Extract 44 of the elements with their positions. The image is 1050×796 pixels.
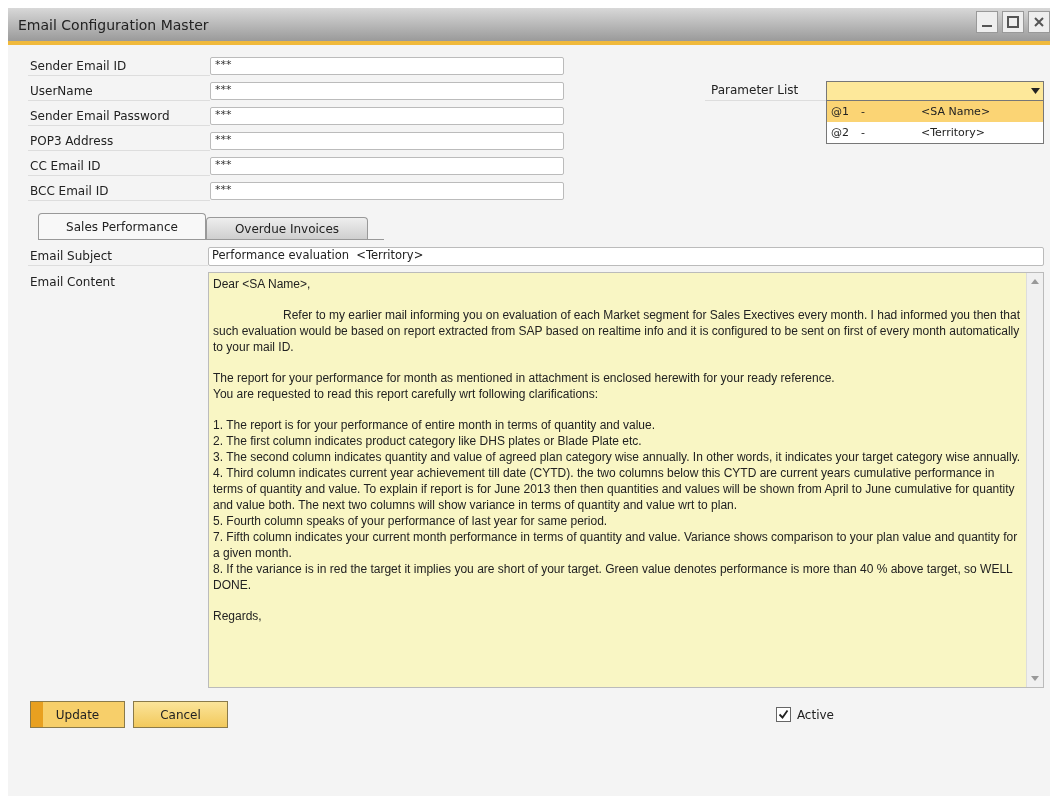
cancel-button[interactable]: Cancel: [133, 701, 228, 728]
tab[interactable]: Overdue Invoices: [206, 217, 368, 239]
parameter-dropdown[interactable]: [826, 81, 1044, 101]
email-text: 7. Fifth column indicates your current month performance in terms of quantity and value. Variance shows comparison to your plan value and quantity for a given month.: [213, 529, 1019, 561]
field-label: BCC Email ID: [28, 180, 210, 201]
input-field[interactable]: ***: [210, 156, 564, 175]
email-text: Dear <SA Name>,: [213, 276, 312, 292]
email-text: The report for your performance for month as mentioned in attachment is enclosed herewith for your ready reference.: [213, 370, 836, 386]
subject-field[interactable]: Performance evaluation <Territory>: [208, 246, 1044, 266]
email-content-field[interactable]: [208, 272, 1044, 688]
email-text: 3. The second column indicates quantity and value of agreed plan category wise annually. In other words, it indicates your target category wise annually.: [213, 449, 1022, 465]
input-field[interactable]: ***: [210, 106, 564, 125]
field-label: CC Email ID: [28, 155, 210, 176]
email-text: Regards,: [213, 608, 263, 624]
field-label: Sender Email Password: [28, 105, 210, 126]
field-label: Sender Email ID: [28, 55, 210, 76]
field-label: UserName: [28, 80, 210, 101]
email-text: 2. The first column indicates product category like DHS plates or Blade Plate etc.: [213, 433, 643, 449]
input-field[interactable]: ***: [210, 81, 564, 100]
maximize-button[interactable]: [1002, 11, 1024, 33]
field-label: POP3 Address: [28, 130, 210, 151]
checkbox-label: Active: [796, 707, 834, 722]
input-field[interactable]: ***: [210, 131, 564, 150]
email-text: 8. If the variance is in red the target it implies you are short of your target. Green value denotes performance is more than 40 % above target, so WELL DONE.: [213, 561, 1014, 593]
minimize-icon: [982, 25, 992, 27]
window-title: Email Configuration Master: [18, 16, 209, 33]
tab[interactable]: Sales Performance: [38, 213, 206, 239]
field-label: Email Content: [29, 274, 116, 289]
field-label: Email Subject: [28, 246, 208, 266]
email-text: You are requested to read this report carefully wrt following clarifications:: [213, 386, 600, 402]
close-button[interactable]: [1028, 11, 1050, 33]
input-field[interactable]: ***: [210, 181, 564, 200]
parameter-option[interactable]: @1 - <SA Name>: [827, 101, 1043, 122]
input-field[interactable]: ***: [210, 56, 564, 75]
update-button[interactable]: Update: [30, 701, 125, 728]
email-text: 4. Third column indicates current year achievement till date (CYTD). the two columns below this CYTD are current years cumulative performance in terms of quantity and value. To explain if report is for June 2013 then then quantities and values will be shown from April to June cumulative for quantity and value both. The next two columns will show variance in terms of quantity and value wrt to plan.: [213, 465, 1016, 513]
email-text: Refer to my earlier mail informing you on evaluation of each Market segment for Sales Exectives every month. I had informed you then that such evaluation would be based on report extracted from SAP based on realtime info and it is configured to be sent on first of every month automatically to your mail ID.: [213, 307, 1022, 355]
minimize-button[interactable]: [976, 11, 998, 33]
dropdown-arrow-icon: [1031, 88, 1040, 94]
maximize-icon: [1007, 16, 1019, 28]
close-icon: [1033, 16, 1045, 28]
email-text: 1. The report is for your performance of entire month in terms of quantity and value.: [213, 417, 656, 433]
checkbox[interactable]: [775, 707, 791, 722]
email-text: 5. Fourth column speaks of your performance of last year for same period.: [213, 513, 609, 529]
